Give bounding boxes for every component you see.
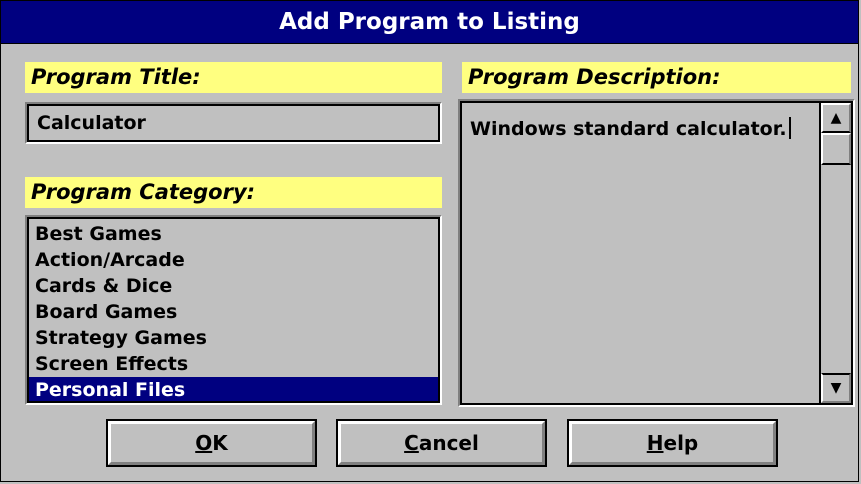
category-item-best-games[interactable]: Best Games bbox=[29, 221, 438, 247]
dialog-title: Add Program to Listing bbox=[279, 9, 580, 35]
program-title-field-frame bbox=[25, 102, 442, 144]
category-item-board-games[interactable]: Board Games bbox=[29, 299, 438, 325]
text-caret bbox=[788, 117, 791, 139]
description-scrollbar[interactable]: ▲ ▼ bbox=[819, 103, 851, 403]
program-title-input[interactable] bbox=[29, 106, 438, 140]
program-category-list-frame: Best Games Action/Arcade Cards & Dice Bo… bbox=[25, 215, 442, 405]
program-description-textarea[interactable]: Windows standard calculator. bbox=[462, 103, 819, 403]
help-button-label: Help bbox=[646, 431, 699, 455]
arrow-down-icon: ▼ bbox=[830, 380, 842, 396]
program-description-label: Program Description: bbox=[462, 62, 851, 93]
ok-button[interactable]: OK bbox=[106, 419, 317, 467]
category-item-cards-dice[interactable]: Cards & Dice bbox=[29, 273, 438, 299]
category-item-strategy-games[interactable]: Strategy Games bbox=[29, 325, 438, 351]
scroll-thumb[interactable] bbox=[821, 133, 851, 165]
arrow-up-icon: ▲ bbox=[830, 110, 842, 126]
dialog-title-bar[interactable]: Add Program to Listing bbox=[1, 1, 858, 44]
ok-button-label: OK bbox=[195, 431, 228, 455]
program-title-label: Program Title: bbox=[25, 62, 442, 93]
category-item-personal-files[interactable]: Personal Files bbox=[29, 377, 438, 401]
cancel-button[interactable]: Cancel bbox=[336, 419, 547, 467]
program-category-label: Program Category: bbox=[25, 177, 442, 208]
program-description-text: Windows standard calculator. bbox=[470, 118, 787, 140]
help-button[interactable]: Help bbox=[567, 419, 778, 467]
category-item-action-arcade[interactable]: Action/Arcade bbox=[29, 247, 438, 273]
scroll-down-button[interactable]: ▼ bbox=[821, 373, 851, 403]
category-item-screen-effects[interactable]: Screen Effects bbox=[29, 351, 438, 377]
scroll-up-button[interactable]: ▲ bbox=[821, 103, 851, 133]
program-description-frame: Windows standard calculator. ▲ ▼ bbox=[458, 99, 855, 407]
program-category-list[interactable]: Best Games Action/Arcade Cards & Dice Bo… bbox=[29, 219, 438, 401]
add-program-dialog: Add Program to Listing Program Title: Pr… bbox=[0, 0, 859, 482]
cancel-button-label: Cancel bbox=[404, 431, 479, 455]
